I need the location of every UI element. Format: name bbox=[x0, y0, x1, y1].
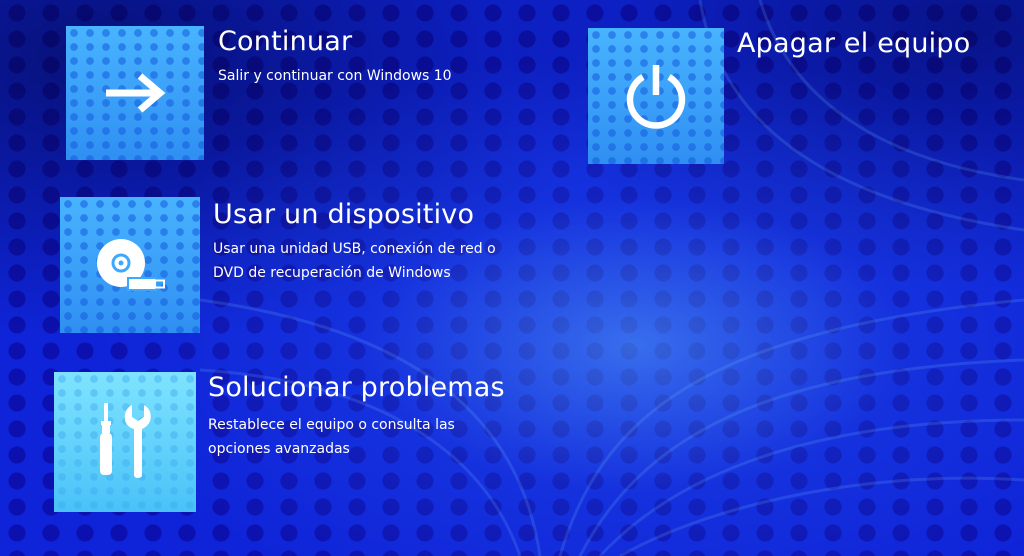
continue-title: Continuar bbox=[218, 26, 353, 57]
troubleshoot-tile[interactable] bbox=[54, 372, 196, 512]
use-device-description-line1: Usar una unidad USB, conexión de red o bbox=[213, 241, 496, 257]
use-device-description-line2: DVD de recuperación de Windows bbox=[213, 265, 451, 281]
shutdown-tile[interactable] bbox=[588, 28, 724, 164]
continue-option[interactable]: Continuar Salir y continuar con Windows … bbox=[66, 26, 486, 160]
continue-description: Salir y continuar con Windows 10 bbox=[218, 68, 452, 84]
disc-usb-icon bbox=[97, 239, 165, 291]
power-icon bbox=[626, 65, 686, 129]
shutdown-option[interactable]: Apagar el equipo bbox=[588, 28, 998, 164]
troubleshoot-title: Solucionar problemas bbox=[208, 372, 505, 403]
troubleshoot-description-line1: Restablece el equipo o consulta las bbox=[208, 417, 455, 433]
shutdown-title: Apagar el equipo bbox=[737, 28, 971, 59]
troubleshoot-description-line2: opciones avanzadas bbox=[208, 441, 350, 457]
troubleshoot-option[interactable]: Solucionar problemas Restablece el equip… bbox=[54, 372, 524, 512]
use-device-option[interactable]: Usar un dispositivo Usar una unidad USB,… bbox=[60, 197, 540, 333]
tools-icon bbox=[100, 403, 151, 478]
use-device-tile[interactable] bbox=[60, 197, 200, 333]
arrow-right-icon bbox=[106, 73, 166, 113]
continue-tile[interactable] bbox=[66, 26, 204, 160]
use-device-title: Usar un dispositivo bbox=[213, 199, 475, 230]
